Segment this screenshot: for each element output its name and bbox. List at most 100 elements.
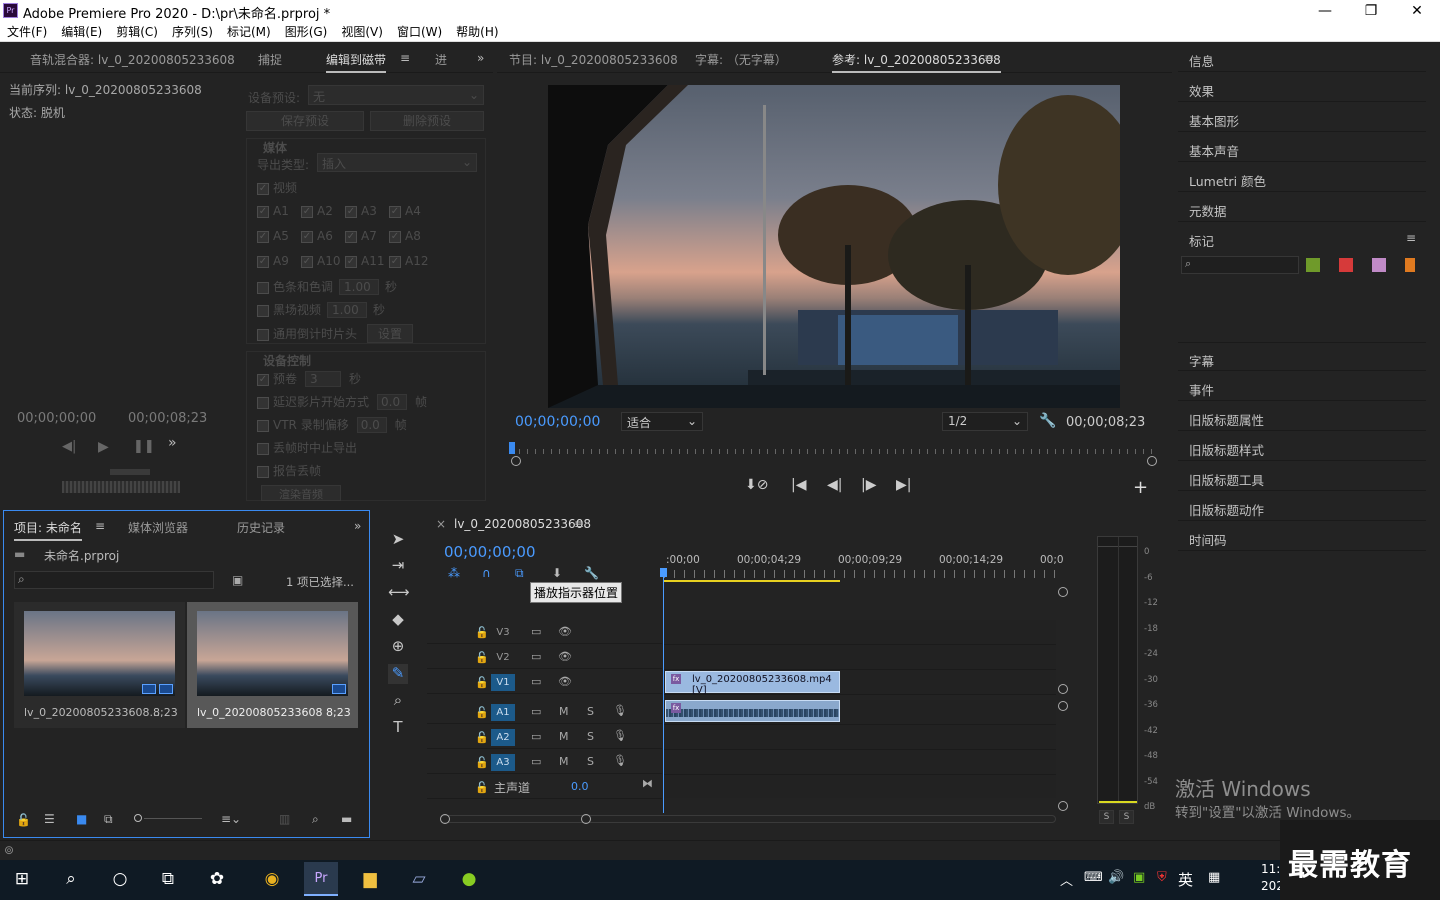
lock-icon[interactable]: 🔓 [475, 676, 489, 689]
panel-effects[interactable]: 效果 [1178, 73, 1426, 102]
tab-reference[interactable]: 参考: lv_0_20200805233608 [832, 51, 1001, 73]
lock-icon[interactable]: 🔓 [475, 651, 489, 664]
audio-track-checkbox[interactable]: ✓ A3 [345, 204, 389, 218]
panel-lumetri-color[interactable]: Lumetri 颜色 [1178, 163, 1426, 192]
automate-icon[interactable]: ▥ [279, 812, 290, 826]
notepad-icon[interactable]: ▱ [402, 862, 436, 896]
audio-track-checkbox[interactable]: ✓ A10 [301, 254, 345, 268]
ime-language[interactable]: 英 [1178, 869, 1193, 890]
audio-track-checkbox[interactable]: ✓ A6 [301, 229, 345, 243]
search-icon[interactable]: ⌕ [54, 862, 88, 896]
setup-button[interactable]: 设置 [367, 324, 414, 343]
report-drop-checkbox[interactable]: 报告丢帧 [257, 462, 321, 479]
delay-input[interactable]: 0.0 [377, 394, 408, 410]
marker-color-red[interactable] [1339, 258, 1353, 272]
color-bars-input[interactable]: 1.00 [339, 279, 380, 295]
range-end-handle[interactable] [1147, 456, 1157, 466]
panel-metadata[interactable]: 元数据 [1178, 193, 1426, 222]
tab-audio-mixer[interactable]: 音轨混合器: lv_0_20200805233608 [30, 51, 235, 68]
mute-button[interactable]: M [559, 730, 569, 743]
audio-track-checkbox[interactable]: ✓ A5 [257, 229, 301, 243]
cortana-icon[interactable]: ○ [103, 862, 137, 896]
h-scroll-right-handle[interactable] [581, 814, 591, 824]
network-icon[interactable]: ⌨ [1084, 870, 1103, 885]
audio-track-checkbox[interactable]: ✓ A1 [257, 204, 301, 218]
panel-legacy-title-tools[interactable]: 旧版标题工具 [1178, 462, 1426, 491]
work-area-bar[interactable] [664, 580, 840, 582]
preroll-checkbox[interactable]: ✓ 预卷 3 秒 [257, 370, 361, 387]
panel-menu-icon[interactable]: ≡ [574, 517, 584, 531]
track-name[interactable]: A1 [491, 704, 515, 721]
eye-icon[interactable]: 👁 [558, 675, 572, 688]
panel-timecode[interactable]: 时间码 [1178, 522, 1426, 551]
tab-capture[interactable]: 捕捉 [258, 51, 282, 68]
lock-icon[interactable]: 🔓 [475, 756, 489, 769]
time-ruler[interactable] [664, 570, 1056, 578]
panel-legacy-title-styles[interactable]: 旧版标题样式 [1178, 432, 1426, 461]
sync-lock-icon[interactable]: ▭ [531, 755, 541, 768]
wrench-icon[interactable]: 🔧 [1039, 413, 1056, 429]
vtr-input[interactable]: 0.0 [356, 417, 387, 433]
track-a1[interactable]: 🔓 A1 ▭ M S 🎙 [427, 700, 662, 724]
save-preset-button[interactable]: 保存预设 [246, 111, 364, 131]
range-start-handle[interactable] [511, 456, 521, 466]
audio-track-checkbox[interactable]: ✓ A4 [389, 204, 433, 218]
track-name[interactable]: A2 [491, 729, 515, 746]
panel-essential-graphics[interactable]: 基本图形 [1178, 103, 1426, 132]
premiere-taskbar-icon[interactable]: Pr [304, 862, 338, 896]
menu-window[interactable]: 窗口(W) [390, 22, 449, 42]
step-back-icon[interactable]: ◀| [827, 477, 842, 493]
minimize-button[interactable]: — [1302, 0, 1348, 22]
track-name[interactable]: V1 [491, 674, 515, 691]
marker-color-orange[interactable] [1405, 258, 1415, 272]
overflow-icon[interactable]: » [354, 519, 361, 533]
timeline-tab[interactable]: lv_0_20200805233608 [454, 517, 591, 531]
lock-icon[interactable]: 🔓 [475, 731, 489, 744]
volume-icon[interactable]: 🔊 [1108, 870, 1124, 885]
fit-select[interactable]: 适合 ⌄ [621, 412, 703, 431]
freeform-view-icon[interactable]: ⧉ [104, 812, 113, 827]
lock-icon[interactable]: 🔓 [475, 706, 489, 719]
countdown-checkbox[interactable]: 通用倒计时片头 设置 [257, 324, 414, 343]
playhead-icon[interactable] [660, 568, 667, 577]
solo-button[interactable]: S [587, 730, 594, 743]
menu-file[interactable]: 文件(F) [0, 22, 54, 42]
icon-view-icon[interactable]: ■ [76, 812, 87, 826]
new-bin-from-search-icon[interactable]: ▣ [232, 573, 243, 587]
sync-lock-icon[interactable]: ▭ [531, 625, 541, 638]
clock-time[interactable]: 11: [1261, 862, 1280, 876]
solo-right-button[interactable]: S [1119, 810, 1134, 824]
mute-button[interactable]: M [559, 705, 569, 718]
a-scroll-bottom-handle[interactable] [1058, 801, 1068, 811]
audio-track-checkbox[interactable]: ✓ A9 [257, 254, 301, 268]
menu-clip[interactable]: 剪辑(C) [109, 22, 165, 42]
playhead-icon[interactable] [509, 442, 515, 454]
markers-search-input[interactable]: ⌕ [1181, 256, 1299, 274]
audio-track-checkbox[interactable]: ✓ A8 [389, 229, 433, 243]
program-scrubber[interactable] [511, 443, 1157, 459]
snap-icon[interactable]: ∩ [482, 566, 491, 580]
eye-icon[interactable]: 👁 [558, 625, 572, 638]
h-scroll-left-handle[interactable] [440, 814, 450, 824]
tab-media-browser[interactable]: 媒体浏览器 [128, 519, 188, 536]
windows-start-icon[interactable]: ⊞ [5, 862, 39, 896]
panel-captions[interactable]: 字幕 [1178, 342, 1426, 371]
master-volume-value[interactable]: 0.0 [571, 780, 589, 793]
panel-events[interactable]: 事件 [1178, 372, 1426, 401]
go-to-in-icon[interactable]: |◀ [791, 477, 806, 493]
black-video-input[interactable]: 1.00 [327, 302, 368, 318]
sync-lock-icon[interactable]: ▭ [531, 675, 541, 688]
video-frame[interactable] [548, 85, 1120, 408]
panel-info[interactable]: 信息 [1178, 43, 1426, 72]
go-to-end-icon[interactable]: ⧓ [642, 777, 653, 790]
hand-tool-icon[interactable]: ⌕ [388, 691, 408, 711]
menu-edit[interactable]: 编辑(E) [54, 22, 109, 42]
step-forward-icon[interactable]: |▶ [861, 477, 876, 493]
menu-help[interactable]: 帮助(H) [449, 22, 505, 42]
ime-mode-icon[interactable]: ▦ [1208, 870, 1220, 885]
close-sequence-icon[interactable]: × [436, 517, 446, 531]
jog-shuttle[interactable] [62, 481, 180, 493]
audio-clip[interactable] [665, 700, 840, 722]
tab-history[interactable]: 历史记录 [237, 519, 285, 536]
pinwheel-app-icon[interactable]: ✿ [200, 862, 234, 896]
